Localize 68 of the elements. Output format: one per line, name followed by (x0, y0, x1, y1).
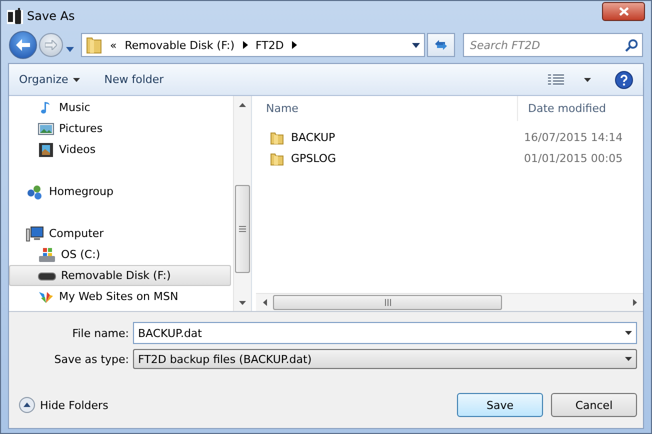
organize-menu[interactable]: Organize (17, 70, 82, 89)
collapse-icon (19, 397, 35, 413)
refresh-button[interactable] (427, 33, 455, 57)
caret-icon (625, 331, 632, 335)
grip-icon (384, 299, 390, 306)
search-box[interactable]: Search FT2D (463, 33, 643, 57)
folder-icon (86, 36, 102, 54)
caret-icon (584, 78, 591, 82)
window-title: Save As (27, 8, 76, 22)
horizontal-scrollbar[interactable] (256, 293, 643, 311)
vertical-scrollbar[interactable] (233, 96, 251, 311)
overflow-chevron[interactable]: « (110, 38, 117, 52)
sidebar-item[interactable]: Homegroup (9, 181, 231, 202)
back-button[interactable] (9, 31, 37, 59)
column-header[interactable]: Date modified (518, 96, 606, 121)
triangle-right-icon (242, 41, 248, 49)
breadcrumb-segment[interactable]: Removable Disk (F:) (124, 38, 235, 52)
folder-icon (269, 130, 285, 146)
file-name[interactable]: BACKUP (291, 131, 336, 144)
field-label: Save as type: (53, 352, 129, 366)
sidebar-item[interactable]: OS (C:) (9, 244, 231, 265)
arrow-right-icon (45, 40, 57, 50)
save-button[interactable]: Save (457, 393, 543, 417)
close-icon (618, 7, 628, 16)
caret-icon (73, 78, 80, 82)
film-icon (38, 142, 54, 158)
cancel-button[interactable]: Cancel (551, 393, 637, 417)
sidebar-item[interactable]: Videos (9, 139, 231, 160)
help-icon (615, 70, 633, 88)
caret-icon (625, 357, 632, 361)
sidebar-item[interactable]: Music (9, 97, 231, 118)
folder-icon (269, 150, 285, 166)
grip-icon (239, 226, 246, 232)
file-type-dropdown[interactable]: FT2D backup files (BACKUP.dat) (133, 349, 637, 369)
arrow-right-icon[interactable] (632, 299, 636, 306)
arrow-down-icon[interactable] (239, 300, 246, 304)
drive-icon (38, 270, 56, 280)
search-icon (625, 38, 638, 52)
refresh-icon (433, 38, 449, 52)
network-icon (26, 184, 44, 200)
date-modified: 16/07/2015 14:14 (524, 131, 623, 144)
details-view-icon (548, 74, 564, 86)
sidebar-item[interactable]: My Web Sites on MSN (9, 286, 231, 307)
breadcrumb-segment[interactable]: FT2D (256, 38, 284, 52)
field-label: File name: (71, 326, 129, 340)
new-folder-button[interactable]: New folder (102, 70, 166, 89)
file-name[interactable]: GPSLOG (291, 152, 336, 165)
picture-icon (38, 122, 54, 136)
close-button[interactable] (602, 2, 645, 21)
sidebar-item[interactable]: Computer (9, 223, 231, 244)
windows-drive-icon (38, 246, 56, 262)
caret-icon (66, 47, 74, 52)
arrow-left-icon[interactable] (262, 299, 266, 306)
computer-icon (26, 226, 44, 242)
radio-icon (7, 8, 23, 24)
date-modified: 01/01/2015 00:05 (524, 152, 623, 165)
sidebar-item[interactable]: Pictures (9, 118, 231, 139)
caret-icon (412, 42, 420, 48)
hide-folders-button[interactable]: Hide Folders (19, 397, 108, 413)
file-name-field[interactable]: BACKUP.dat (138, 326, 625, 340)
address-bar[interactable]: « Removable Disk (F:) FT2D (81, 33, 425, 57)
triangle-right-icon (292, 41, 297, 49)
sidebar-item[interactable]: Removable Disk (F:) (9, 265, 231, 286)
arrow-up-icon[interactable] (239, 102, 246, 106)
column-header[interactable]: Name (256, 96, 518, 121)
search-field[interactable]: Search FT2D (468, 38, 625, 52)
file-name-combo-box[interactable]: BACKUP.dat (133, 322, 637, 344)
arrow-left-icon (16, 39, 30, 51)
